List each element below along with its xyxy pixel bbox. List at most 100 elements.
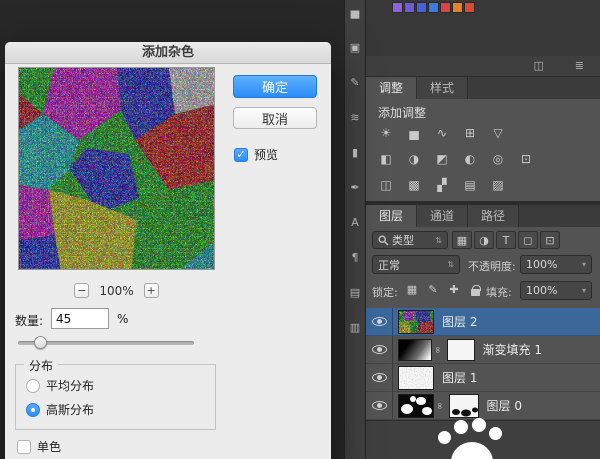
- gradient-fill-thumbnail[interactable]: [398, 339, 432, 361]
- gradient-map-icon[interactable]: ▤: [458, 175, 482, 195]
- filter-pixel-layers-icon[interactable]: ▦: [452, 231, 472, 249]
- layer-row[interactable]: 图层 1: [366, 364, 600, 392]
- character-panel-icon[interactable]: A: [347, 215, 363, 229]
- levels-icon[interactable]: ▅: [402, 123, 426, 143]
- photo-filter-icon[interactable]: ◐: [458, 149, 482, 169]
- layer-thumbnail[interactable]: [398, 310, 434, 334]
- layer-visibility-eye-icon[interactable]: [372, 345, 387, 354]
- lock-paint-icon[interactable]: ✎: [425, 281, 441, 297]
- lock-transparency-icon[interactable]: ▦: [404, 281, 420, 297]
- dropdown-stepper-icon: ⇅: [443, 260, 454, 269]
- color-swatch[interactable]: [428, 2, 439, 13]
- layer-row[interactable]: ∞ 图层 0: [366, 392, 600, 420]
- preview-label: 预览: [254, 146, 278, 163]
- noise-preview-image[interactable]: [18, 67, 215, 270]
- monochromatic-checkbox[interactable]: [17, 440, 31, 454]
- threshold-icon[interactable]: ▞: [430, 175, 454, 195]
- vibrance-icon[interactable]: ▽: [486, 123, 510, 143]
- zoom-out-button[interactable]: −: [74, 283, 89, 298]
- invert-icon[interactable]: ◫: [374, 175, 398, 195]
- layers-panel-body: 类型 ⇅ ▦ ◑ T ◻ ⊡ 正常 ⇅ 不透明度: 100% ▾ 锁定:: [366, 227, 600, 459]
- hue-saturation-icon[interactable]: ◧: [374, 149, 398, 169]
- posterize-icon[interactable]: ▩: [402, 175, 426, 195]
- opacity-dropdown[interactable]: 100% ▾: [520, 255, 592, 274]
- exposure-icon[interactable]: ⊞: [458, 123, 482, 143]
- blend-mode-value: 正常: [378, 257, 400, 273]
- layer-visibility-eye-icon[interactable]: [372, 401, 387, 410]
- preview-checkbox[interactable]: ✓: [234, 148, 248, 162]
- channel-mixer-icon[interactable]: ◎: [486, 149, 510, 169]
- uniform-radio[interactable]: [26, 379, 40, 393]
- paragraph-panel-icon[interactable]: ¶: [347, 250, 363, 264]
- filter-type-layers-icon[interactable]: T: [496, 231, 516, 249]
- layer-mask-thumbnail[interactable]: [447, 339, 475, 361]
- zoom-in-button[interactable]: +: [144, 283, 159, 298]
- lock-label: 锁定:: [372, 284, 398, 300]
- adjustments-tab-bar: 调整 样式: [366, 77, 600, 99]
- layer-name: 图层 1: [442, 369, 477, 386]
- clone-source-panel-icon[interactable]: ▣: [347, 40, 363, 54]
- distribution-group: 分布 平均分布 高斯分布: [15, 364, 216, 430]
- dropdown-arrow-icon: ▾: [578, 286, 586, 295]
- info-panel-icon[interactable]: ▥: [347, 320, 363, 334]
- layer-visibility-eye-icon[interactable]: [372, 373, 387, 382]
- layer-filter-kind-dropdown[interactable]: 类型 ⇅: [372, 231, 448, 249]
- ok-button[interactable]: 确定: [233, 75, 317, 98]
- color-swatch[interactable]: [404, 2, 415, 13]
- filter-smart-objects-icon[interactable]: ⊡: [540, 231, 560, 249]
- cancel-button[interactable]: 取消: [233, 107, 317, 129]
- color-swatch[interactable]: [416, 2, 427, 13]
- adjustment-icons-row-3: ◫ ▩ ▞ ▤ ▨: [374, 175, 510, 195]
- layer-thumbnail[interactable]: [398, 366, 434, 390]
- filter-adjustment-layers-icon[interactable]: ◑: [474, 231, 494, 249]
- tab-layers[interactable]: 图层: [366, 205, 417, 227]
- histogram-panel-icon[interactable]: ▅: [347, 5, 363, 19]
- color-swatch[interactable]: [392, 2, 403, 13]
- panel-menu-icon[interactable]: ≣: [575, 59, 584, 72]
- filter-shape-layers-icon[interactable]: ◻: [518, 231, 538, 249]
- amount-slider-knob[interactable]: [34, 336, 47, 349]
- color-swatch[interactable]: [440, 2, 451, 13]
- fill-dropdown[interactable]: 100% ▾: [520, 281, 592, 300]
- dropdown-stepper-icon: ⇅: [431, 236, 442, 245]
- layer-mask-thumbnail[interactable]: [449, 394, 479, 418]
- curves-icon[interactable]: ∿: [430, 123, 454, 143]
- layer-list: 图层 2 ∞ 渐变填充 1: [366, 308, 600, 420]
- layer-visibility-eye-icon[interactable]: [372, 317, 387, 326]
- tab-paths[interactable]: 路径: [468, 205, 519, 227]
- blend-mode-dropdown[interactable]: 正常 ⇅: [372, 255, 460, 274]
- layers-tab-bar: 图层 通道 路径: [366, 205, 600, 227]
- check-icon: ✓: [236, 149, 245, 160]
- visibility-cell: [366, 336, 393, 363]
- layer-comps-panel-icon[interactable]: ▤: [347, 285, 363, 299]
- tab-adjustments[interactable]: 调整: [366, 77, 417, 99]
- color-lookup-icon[interactable]: ⊡: [514, 149, 538, 169]
- amount-slider-track[interactable]: [18, 341, 194, 345]
- layer-mask-link-icon: ∞: [432, 346, 442, 354]
- tab-styles[interactable]: 样式: [417, 77, 468, 99]
- gaussian-radio[interactable]: [26, 403, 40, 417]
- swatches-panel-icon[interactable]: ▮: [347, 145, 363, 159]
- selective-color-icon[interactable]: ▨: [486, 175, 510, 195]
- amount-input[interactable]: [51, 308, 109, 329]
- visibility-cell: [366, 392, 393, 419]
- brightness-contrast-icon[interactable]: ☀: [374, 123, 398, 143]
- layer-filter-buttons: ▦ ◑ T ◻ ⊡: [452, 231, 560, 249]
- color-swatch[interactable]: [452, 2, 463, 13]
- styles-panel-icon[interactable]: ≋: [347, 110, 363, 124]
- lock-all-icon[interactable]: [467, 281, 483, 297]
- adjustments-panel-body: 添加调整 ☀ ▅ ∿ ⊞ ▽ ◧ ◑ ◩ ◐ ◎ ⊡ ◫ ▩ ▞ ▤ ▨: [366, 99, 600, 201]
- color-swatch[interactable]: [464, 2, 475, 13]
- tab-channels[interactable]: 通道: [417, 205, 468, 227]
- layer-row-selected[interactable]: 图层 2: [366, 308, 600, 336]
- layer-row[interactable]: ∞ 渐变填充 1: [366, 336, 600, 364]
- opacity-value: 100%: [526, 258, 557, 271]
- color-balance-icon[interactable]: ◑: [402, 149, 426, 169]
- collapse-to-icons-icon[interactable]: ◫: [534, 59, 544, 72]
- lock-position-icon[interactable]: ✚: [446, 281, 462, 297]
- black-white-icon[interactable]: ◩: [430, 149, 454, 169]
- layer-thumbnail[interactable]: [398, 394, 434, 418]
- paths-panel-icon[interactable]: ✒: [347, 180, 363, 194]
- brush-panel-icon[interactable]: ✎: [347, 75, 363, 89]
- add-adjustment-label: 添加调整: [378, 104, 426, 121]
